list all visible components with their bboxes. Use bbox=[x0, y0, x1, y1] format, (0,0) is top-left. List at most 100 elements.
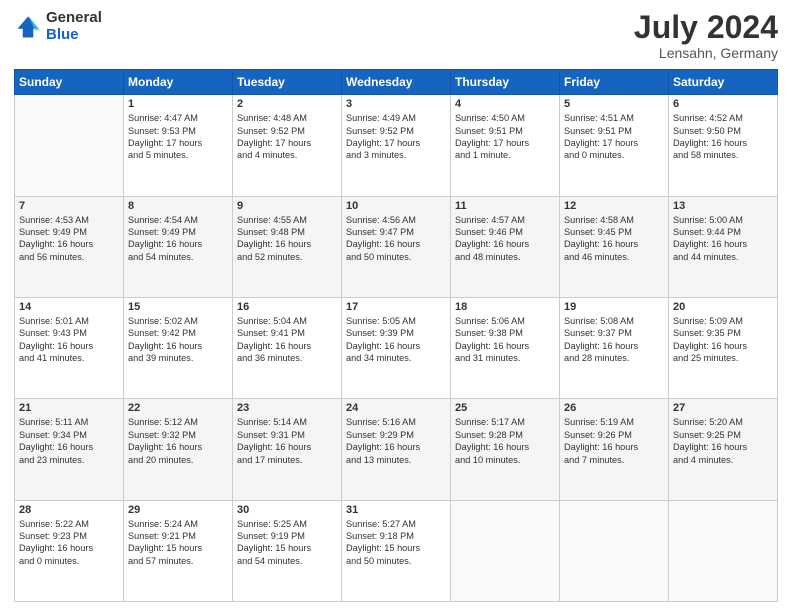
cell-info: Sunrise: 5:22 AM Sunset: 9:23 PM Dayligh… bbox=[19, 518, 119, 568]
logo: General Blue bbox=[14, 10, 102, 43]
day-number: 2 bbox=[237, 98, 337, 110]
day-number: 23 bbox=[237, 402, 337, 414]
calendar-cell: 21 Sunrise: 5:11 AM Sunset: 9:34 PM Dayli… bbox=[15, 399, 124, 500]
day-number: 6 bbox=[673, 98, 773, 110]
calendar-cell: 15 Sunrise: 5:02 AM Sunset: 9:42 PM Dayli… bbox=[124, 297, 233, 398]
calendar-cell: 3 Sunrise: 4:49 AM Sunset: 9:52 PM Daylig… bbox=[342, 95, 451, 196]
page: General Blue July 2024 Lensahn, Germany … bbox=[0, 0, 792, 612]
cell-info: Sunrise: 4:54 AM Sunset: 9:49 PM Dayligh… bbox=[128, 214, 228, 264]
day-number: 8 bbox=[128, 200, 228, 212]
col-header-sunday: Sunday bbox=[15, 70, 124, 95]
title-block: July 2024 Lensahn, Germany bbox=[634, 10, 778, 61]
week-row-4: 21 Sunrise: 5:11 AM Sunset: 9:34 PM Dayli… bbox=[15, 399, 778, 500]
day-number: 20 bbox=[673, 301, 773, 313]
calendar-cell: 7 Sunrise: 4:53 AM Sunset: 9:49 PM Daylig… bbox=[15, 196, 124, 297]
day-number: 13 bbox=[673, 200, 773, 212]
calendar-cell: 24 Sunrise: 5:16 AM Sunset: 9:29 PM Dayli… bbox=[342, 399, 451, 500]
cell-info: Sunrise: 4:47 AM Sunset: 9:53 PM Dayligh… bbox=[128, 112, 228, 162]
calendar-cell: 1 Sunrise: 4:47 AM Sunset: 9:53 PM Daylig… bbox=[124, 95, 233, 196]
cell-info: Sunrise: 5:19 AM Sunset: 9:26 PM Dayligh… bbox=[564, 416, 664, 466]
day-number: 25 bbox=[455, 402, 555, 414]
col-header-monday: Monday bbox=[124, 70, 233, 95]
logo-icon bbox=[14, 13, 42, 41]
day-number: 28 bbox=[19, 504, 119, 516]
cell-info: Sunrise: 4:51 AM Sunset: 9:51 PM Dayligh… bbox=[564, 112, 664, 162]
day-number: 7 bbox=[19, 200, 119, 212]
cell-info: Sunrise: 5:24 AM Sunset: 9:21 PM Dayligh… bbox=[128, 518, 228, 568]
calendar-cell: 2 Sunrise: 4:48 AM Sunset: 9:52 PM Daylig… bbox=[233, 95, 342, 196]
day-number: 22 bbox=[128, 402, 228, 414]
cell-info: Sunrise: 5:05 AM Sunset: 9:39 PM Dayligh… bbox=[346, 315, 446, 365]
cell-info: Sunrise: 5:14 AM Sunset: 9:31 PM Dayligh… bbox=[237, 416, 337, 466]
cell-info: Sunrise: 5:12 AM Sunset: 9:32 PM Dayligh… bbox=[128, 416, 228, 466]
cell-info: Sunrise: 4:52 AM Sunset: 9:50 PM Dayligh… bbox=[673, 112, 773, 162]
calendar-cell: 5Sunrise: 4:51 AM Sunset: 9:51 PM Daylig… bbox=[560, 95, 669, 196]
day-number: 19 bbox=[564, 301, 664, 313]
calendar-cell: 6 Sunrise: 4:52 AM Sunset: 9:50 PM Daylig… bbox=[669, 95, 778, 196]
day-number: 3 bbox=[346, 98, 446, 110]
cell-info: Sunrise: 5:06 AM Sunset: 9:38 PM Dayligh… bbox=[455, 315, 555, 365]
calendar-cell: 13 Sunrise: 5:00 AM Sunset: 9:44 PM Dayli… bbox=[669, 196, 778, 297]
cell-info: Sunrise: 4:53 AM Sunset: 9:49 PM Dayligh… bbox=[19, 214, 119, 264]
logo-blue-text: Blue bbox=[46, 27, 102, 44]
logo-general-text: General bbox=[46, 10, 102, 27]
col-header-thursday: Thursday bbox=[451, 70, 560, 95]
cell-info: Sunrise: 4:48 AM Sunset: 9:52 PM Dayligh… bbox=[237, 112, 337, 162]
cell-info: Sunrise: 5:25 AM Sunset: 9:19 PM Dayligh… bbox=[237, 518, 337, 568]
day-number: 29 bbox=[128, 504, 228, 516]
day-number: 30 bbox=[237, 504, 337, 516]
header: General Blue July 2024 Lensahn, Germany bbox=[14, 10, 778, 61]
calendar-cell: 27Sunrise: 5:20 AM Sunset: 9:25 PM Dayli… bbox=[669, 399, 778, 500]
cell-info: Sunrise: 5:02 AM Sunset: 9:42 PM Dayligh… bbox=[128, 315, 228, 365]
month-year: July 2024 bbox=[634, 10, 778, 45]
cell-info: Sunrise: 5:11 AM Sunset: 9:34 PM Dayligh… bbox=[19, 416, 119, 466]
calendar-table: SundayMondayTuesdayWednesdayThursdayFrid… bbox=[14, 69, 778, 602]
cell-info: Sunrise: 4:50 AM Sunset: 9:51 PM Dayligh… bbox=[455, 112, 555, 162]
calendar-cell bbox=[669, 500, 778, 601]
week-row-1: 1 Sunrise: 4:47 AM Sunset: 9:53 PM Daylig… bbox=[15, 95, 778, 196]
calendar-cell: 26 Sunrise: 5:19 AM Sunset: 9:26 PM Dayli… bbox=[560, 399, 669, 500]
calendar-cell: 31Sunrise: 5:27 AM Sunset: 9:18 PM Dayli… bbox=[342, 500, 451, 601]
cell-info: Sunrise: 4:58 AM Sunset: 9:45 PM Dayligh… bbox=[564, 214, 664, 264]
day-number: 14 bbox=[19, 301, 119, 313]
calendar-cell bbox=[451, 500, 560, 601]
calendar-cell: 17Sunrise: 5:05 AM Sunset: 9:39 PM Dayli… bbox=[342, 297, 451, 398]
cell-info: Sunrise: 5:17 AM Sunset: 9:28 PM Dayligh… bbox=[455, 416, 555, 466]
week-row-2: 7 Sunrise: 4:53 AM Sunset: 9:49 PM Daylig… bbox=[15, 196, 778, 297]
col-header-tuesday: Tuesday bbox=[233, 70, 342, 95]
day-number: 9 bbox=[237, 200, 337, 212]
day-number: 18 bbox=[455, 301, 555, 313]
calendar-cell: 23 Sunrise: 5:14 AM Sunset: 9:31 PM Dayli… bbox=[233, 399, 342, 500]
day-number: 1 bbox=[128, 98, 228, 110]
calendar-cell: 28 Sunrise: 5:22 AM Sunset: 9:23 PM Dayli… bbox=[15, 500, 124, 601]
cell-info: Sunrise: 4:56 AM Sunset: 9:47 PM Dayligh… bbox=[346, 214, 446, 264]
calendar-cell: 4Sunrise: 4:50 AM Sunset: 9:51 PM Daylig… bbox=[451, 95, 560, 196]
cell-info: Sunrise: 5:20 AM Sunset: 9:25 PM Dayligh… bbox=[673, 416, 773, 466]
day-number: 12 bbox=[564, 200, 664, 212]
logo-text: General Blue bbox=[46, 10, 102, 43]
calendar-cell: 25 Sunrise: 5:17 AM Sunset: 9:28 PM Dayli… bbox=[451, 399, 560, 500]
week-row-3: 14 Sunrise: 5:01 AM Sunset: 9:43 PM Dayli… bbox=[15, 297, 778, 398]
col-header-friday: Friday bbox=[560, 70, 669, 95]
cell-info: Sunrise: 5:00 AM Sunset: 9:44 PM Dayligh… bbox=[673, 214, 773, 264]
day-number: 24 bbox=[346, 402, 446, 414]
location: Lensahn, Germany bbox=[634, 45, 778, 61]
day-number: 21 bbox=[19, 402, 119, 414]
calendar-cell: 18 Sunrise: 5:06 AM Sunset: 9:38 PM Dayli… bbox=[451, 297, 560, 398]
day-number: 10 bbox=[346, 200, 446, 212]
calendar-cell: 29 Sunrise: 5:24 AM Sunset: 9:21 PM Dayli… bbox=[124, 500, 233, 601]
cell-info: Sunrise: 4:49 AM Sunset: 9:52 PM Dayligh… bbox=[346, 112, 446, 162]
calendar-cell bbox=[560, 500, 669, 601]
calendar-cell: 8 Sunrise: 4:54 AM Sunset: 9:49 PM Daylig… bbox=[124, 196, 233, 297]
day-number: 15 bbox=[128, 301, 228, 313]
cell-info: Sunrise: 5:27 AM Sunset: 9:18 PM Dayligh… bbox=[346, 518, 446, 568]
cell-info: Sunrise: 5:08 AM Sunset: 9:37 PM Dayligh… bbox=[564, 315, 664, 365]
day-number: 26 bbox=[564, 402, 664, 414]
cell-info: Sunrise: 5:16 AM Sunset: 9:29 PM Dayligh… bbox=[346, 416, 446, 466]
col-header-saturday: Saturday bbox=[669, 70, 778, 95]
calendar-cell: 11Sunrise: 4:57 AM Sunset: 9:46 PM Dayli… bbox=[451, 196, 560, 297]
cell-info: Sunrise: 5:01 AM Sunset: 9:43 PM Dayligh… bbox=[19, 315, 119, 365]
cell-info: Sunrise: 4:57 AM Sunset: 9:46 PM Dayligh… bbox=[455, 214, 555, 264]
calendar-cell: 19 Sunrise: 5:08 AM Sunset: 9:37 PM Dayli… bbox=[560, 297, 669, 398]
week-row-5: 28 Sunrise: 5:22 AM Sunset: 9:23 PM Dayli… bbox=[15, 500, 778, 601]
